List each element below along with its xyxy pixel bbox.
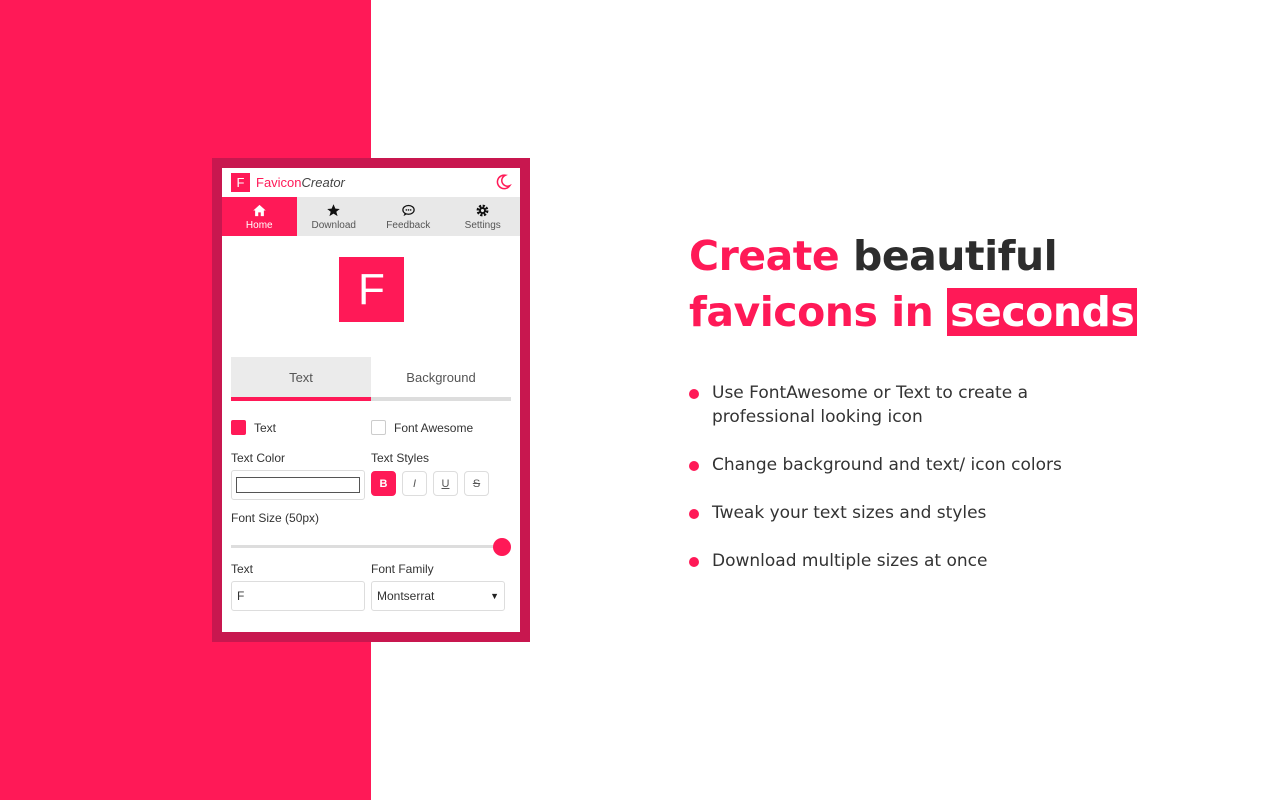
editor-tabs: Text Background (231, 357, 511, 401)
color-styles-row: Text Color Text Styles B I U S (231, 451, 511, 500)
slider-track (231, 545, 511, 548)
home-icon (253, 204, 266, 216)
nav-home[interactable]: Home (222, 197, 297, 236)
nav-settings[interactable]: Settings (446, 197, 521, 236)
hero-beautiful: beautiful (852, 232, 1058, 280)
hero-seconds: seconds (947, 288, 1138, 336)
font-family-label: Font Family (371, 562, 434, 576)
type-text-checkbox[interactable] (231, 420, 246, 435)
bullet-icon (689, 461, 699, 471)
nav-home-label: Home (245, 219, 273, 231)
text-color-swatch (236, 477, 360, 493)
nav-feedback-label: Feedback (386, 219, 431, 231)
text-color-picker[interactable] (231, 470, 365, 500)
underline-button[interactable]: U (433, 471, 458, 496)
font-size-row: Font Size (50px) (231, 511, 511, 525)
feature-item: Tweak your text sizes and styles (689, 501, 1062, 525)
feature-list: Use FontAwesome or Text to create a prof… (689, 381, 1062, 597)
type-fa-option[interactable]: Font Awesome (371, 420, 511, 435)
app-title-creator: Creator (301, 175, 345, 190)
favicon-preview: F (339, 257, 404, 322)
app-header: F FaviconCreator (222, 168, 520, 197)
font-family-select[interactable]: Montserrat ▼ (371, 581, 505, 611)
font-size-label: Font Size (50px) (231, 511, 320, 525)
nav-settings-label: Settings (464, 219, 501, 231)
hero-favicons-in: favicons in (689, 288, 934, 336)
feature-item: Use FontAwesome or Text to create a prof… (689, 381, 1062, 429)
tab-background[interactable]: Background (371, 357, 511, 401)
font-family-value: Montserrat (377, 589, 435, 603)
italic-button[interactable]: I (402, 471, 427, 496)
nav-feedback[interactable]: Feedback (371, 197, 446, 236)
feature-item: Download multiple sizes at once (689, 549, 1062, 573)
caret-down-icon: ▼ (490, 591, 499, 601)
extension-popup-frame: F FaviconCreator Home Download Feedback … (212, 158, 530, 642)
text-input[interactable]: F (231, 581, 365, 611)
text-font-row: Text F Font Family Montserrat ▼ (231, 562, 511, 611)
text-color-label: Text Color (231, 451, 286, 465)
type-text-label: Text (254, 420, 277, 435)
text-styles-label: Text Styles (371, 451, 430, 465)
type-fa-checkbox[interactable] (371, 420, 386, 435)
extension-popup: F FaviconCreator Home Download Feedback … (222, 168, 520, 632)
tab-text[interactable]: Text (231, 357, 371, 401)
comment-icon (402, 204, 415, 216)
type-fa-label: Font Awesome (394, 420, 474, 435)
text-styles-group: B I U S (371, 471, 511, 496)
bullet-icon (689, 557, 699, 567)
app-title: FaviconCreator (256, 175, 345, 190)
gear-icon (476, 204, 489, 216)
hero-headline: Create beautiful favicons in seconds (689, 228, 1138, 340)
bullet-icon (689, 509, 699, 519)
feature-item: Change background and text/ icon colors (689, 453, 1062, 477)
app-title-favicon: Favicon (256, 175, 302, 190)
star-icon (327, 203, 340, 216)
moon-icon[interactable] (494, 173, 512, 191)
slider-thumb[interactable] (493, 538, 511, 556)
app-logo: F (231, 173, 250, 192)
text-input-value: F (237, 589, 245, 603)
text-input-label: Text (231, 562, 254, 576)
type-text-option[interactable]: Text (231, 420, 371, 435)
nav-download[interactable]: Download (297, 197, 372, 236)
main-nav: Home Download Feedback Settings (222, 197, 520, 236)
strikethrough-button[interactable]: S (464, 471, 489, 496)
bullet-icon (689, 389, 699, 399)
font-size-slider[interactable] (231, 538, 511, 556)
hero-create: Create (689, 232, 840, 280)
content-type-row: Text Font Awesome (231, 420, 511, 435)
bold-button[interactable]: B (371, 471, 396, 496)
nav-download-label: Download (311, 219, 356, 231)
